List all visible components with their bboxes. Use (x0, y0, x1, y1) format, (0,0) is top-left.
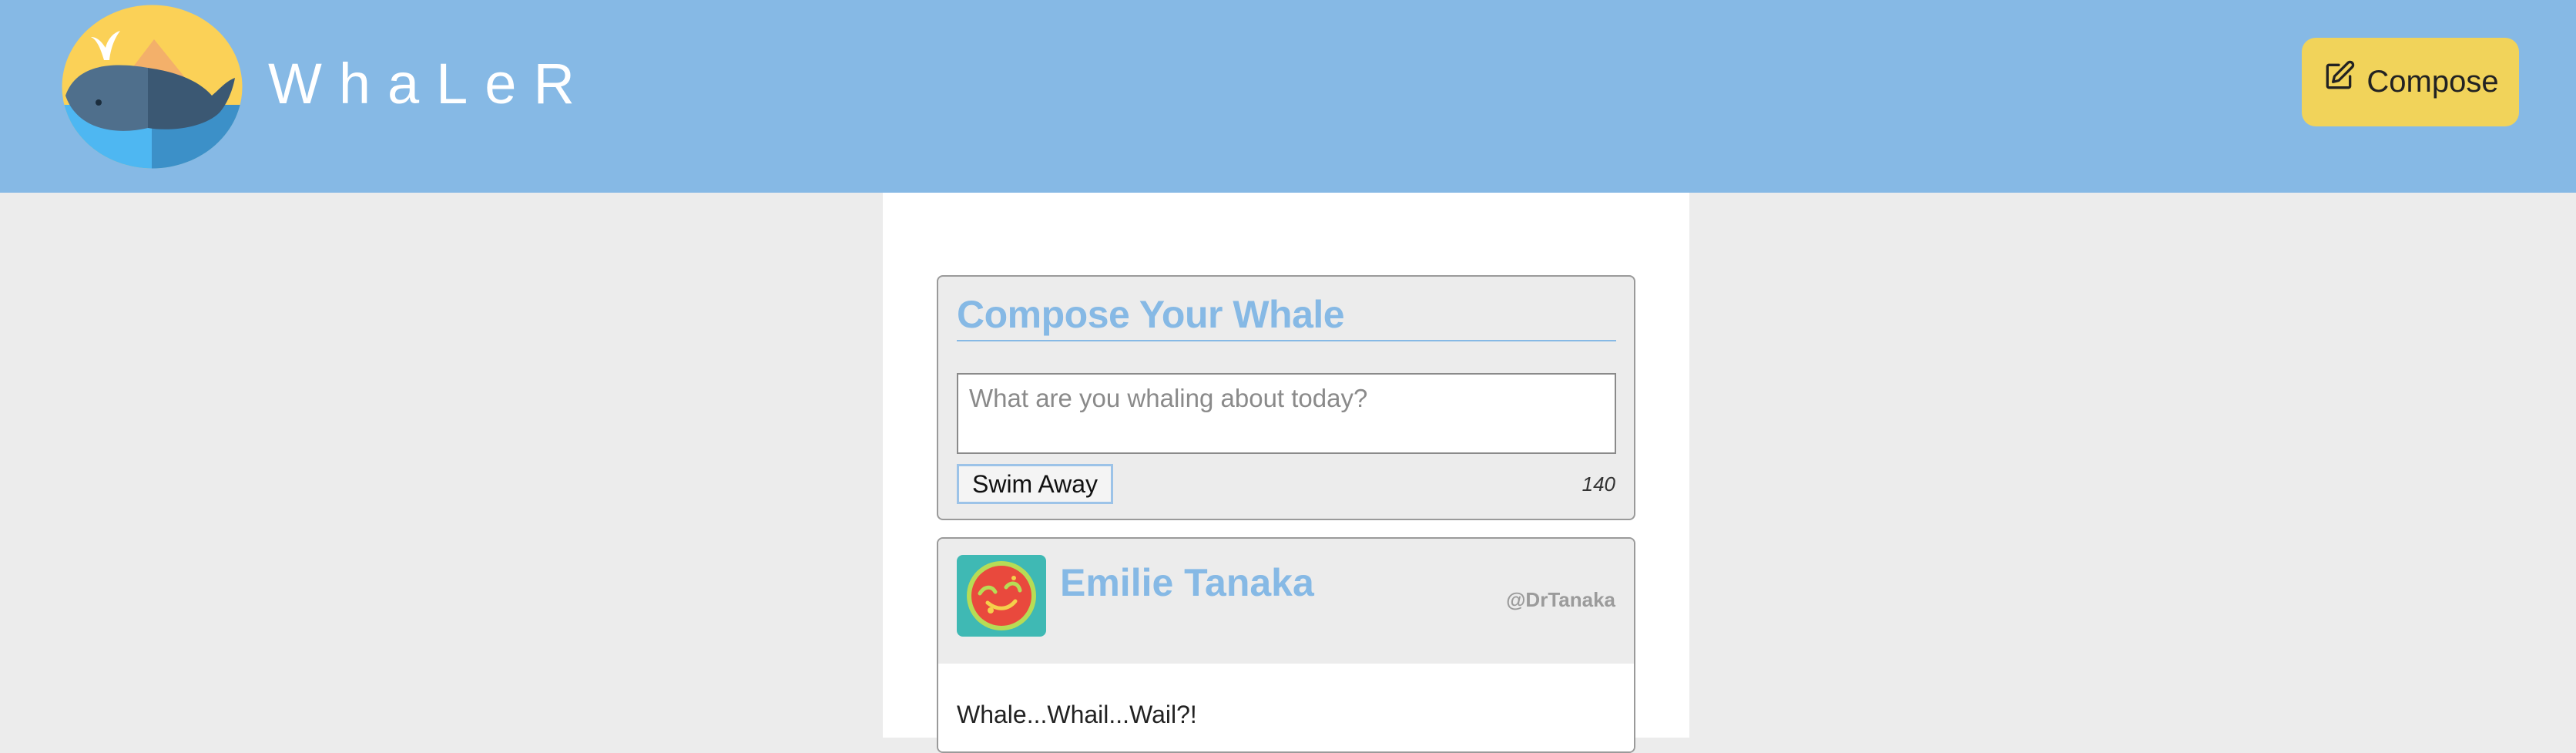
author-name[interactable]: Emilie Tanaka (1060, 560, 1314, 605)
title-divider (957, 340, 1616, 341)
whale-logo-icon[interactable] (62, 5, 243, 169)
whale-post: Emilie Tanaka @DrTanaka Whale...Whail...… (937, 537, 1635, 753)
post-header: Emilie Tanaka @DrTanaka (938, 539, 1634, 664)
avatar-icon[interactable] (957, 555, 1046, 637)
whale-input[interactable] (957, 373, 1616, 454)
post-body: Whale...Whail...Wail?! (938, 664, 1634, 751)
compose-panel: Compose Your Whale Swim Away 140 (937, 275, 1635, 520)
author-handle[interactable]: @DrTanaka (1506, 588, 1615, 612)
compose-button-label: Compose (2366, 65, 2499, 99)
top-bar: WhaLeR Compose (0, 0, 2576, 193)
character-counter: 140 (1581, 472, 1615, 496)
edit-icon (2322, 60, 2356, 101)
brand-title: WhaLeR (268, 52, 592, 116)
post-text: Whale...Whail...Wail?! (957, 701, 1197, 728)
swim-away-button[interactable]: Swim Away (957, 464, 1113, 504)
compose-button[interactable]: Compose (2302, 38, 2519, 126)
compose-title: Compose Your Whale (957, 293, 1345, 336)
